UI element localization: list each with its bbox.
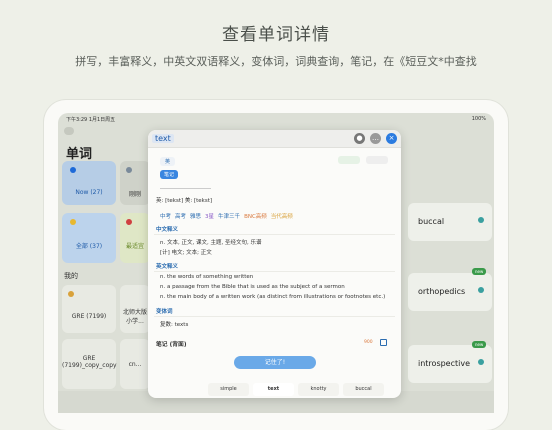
menu-button[interactable] — [366, 156, 388, 164]
word-detail-modal: text ● … × 英 笔记 英: [tekst] 美: [tekst] 中考… — [148, 130, 401, 398]
en-line: n. the words of something written — [160, 274, 254, 280]
section-mine: 我的 — [64, 272, 78, 280]
carousel-word[interactable]: buccal — [343, 383, 384, 396]
tile-now[interactable]: Now (27) — [62, 161, 116, 205]
share-icon[interactable] — [478, 287, 484, 293]
variant-label: 变体词 — [156, 309, 173, 315]
remember-button[interactable]: 记住了! — [234, 356, 316, 369]
tile-recent[interactable]: 刚刚 — [120, 161, 150, 205]
word-label: introspective — [418, 359, 471, 368]
new-badge: new — [472, 341, 487, 348]
divider — [160, 188, 211, 189]
notes-count: 900 — [364, 340, 373, 345]
exam-tags: 中考 高考 雅思 3星 牛津三千 BNC高频 当代高频 — [160, 212, 293, 220]
new-badge: new — [472, 268, 487, 275]
word-label: buccal — [418, 217, 445, 226]
divider — [154, 316, 395, 317]
library-title: 单词 — [66, 147, 93, 162]
deck-gre[interactable]: GRE (7199) — [62, 285, 116, 333]
tag: 当代高频 — [270, 214, 293, 220]
word-carousel: simple text knotty buccal — [208, 383, 384, 396]
close-icon[interactable]: × — [386, 133, 397, 144]
carousel-word[interactable]: simple — [208, 383, 249, 396]
modal-word: text — [152, 134, 174, 143]
deck-cn[interactable]: cn... — [120, 339, 150, 389]
tile-label: Now (27) — [75, 189, 103, 196]
tile-label: 最适宜 — [125, 243, 144, 250]
cn-definition-label: 中文释义 — [156, 227, 179, 233]
carousel-word[interactable]: knotty — [298, 383, 339, 396]
apple-icon[interactable]: ● — [354, 133, 365, 144]
deck-label: cn... — [128, 361, 142, 368]
phonetic: 英: [tekst] 美: [tekst] — [156, 198, 213, 204]
status-battery: 100% — [471, 116, 486, 122]
status-time: 下午3:29 1月1日周五 — [66, 117, 116, 123]
deck-label: GRE (7199) — [71, 313, 107, 320]
tile-best[interactable]: 最适宜 — [120, 213, 150, 263]
tile-label: 全部 (37) — [75, 243, 103, 250]
person-icon — [126, 167, 132, 173]
more-icon[interactable]: … — [370, 133, 381, 144]
share-icon[interactable] — [478, 359, 484, 365]
word-card[interactable]: orthopedics — [408, 273, 492, 311]
sidebar-toggle-icon[interactable] — [64, 127, 74, 135]
flower-icon — [126, 219, 132, 225]
carousel-word-selected[interactable]: text — [253, 383, 294, 396]
tag: 3星 — [205, 214, 215, 220]
note-tag[interactable]: 笔记 — [160, 170, 179, 179]
tag: 中考 — [160, 214, 172, 220]
tile-label: 刚刚 — [128, 191, 141, 198]
star-icon — [70, 219, 76, 225]
deck-gre-copy[interactable]: GRE (7199)_copy_copy — [62, 339, 117, 389]
deck-bnu[interactable]: 北师大版 小学... — [120, 285, 150, 333]
tag-add-button[interactable] — [338, 156, 360, 164]
clock-icon — [70, 167, 76, 173]
pronounce-button[interactable]: 英 — [160, 157, 176, 166]
deck-label: GRE (7199)_copy_copy — [62, 355, 117, 369]
crown-icon — [68, 291, 74, 297]
status-bar: 下午3:29 1月1日周五 100% — [58, 113, 494, 125]
word-card[interactable]: introspective — [408, 345, 492, 383]
promo-subtitle: 拼写，丰富释义，中英文双语释义，变体词，词典查询，笔记，在《短豆文*中查找 — [75, 55, 477, 68]
cn-line: [计] 电文; 文本; 正文 — [160, 250, 212, 256]
modal-header: text ● … × — [148, 130, 401, 148]
divider — [154, 234, 395, 235]
tag: 雅思 — [190, 214, 202, 220]
notes-label: 笔记 (背面) — [156, 342, 187, 348]
en-line: n. the main body of a written work (as d… — [160, 294, 386, 300]
tag: 高考 — [175, 214, 187, 220]
word-label: orthopedics — [418, 287, 466, 296]
divider — [154, 271, 395, 272]
deck-label: 北师大版 小学... — [122, 309, 147, 325]
variant-line: 复数: texts — [160, 322, 189, 328]
share-icon[interactable] — [478, 217, 484, 223]
tag: 牛津三千 — [218, 214, 241, 220]
word-card[interactable]: buccal — [408, 203, 492, 241]
copy-icon[interactable] — [380, 339, 387, 346]
en-definition-label: 英文释义 — [156, 264, 179, 270]
en-line: n. a passage from the Bible that is used… — [160, 284, 345, 290]
tag: BNC高频 — [244, 214, 267, 220]
promo-title: 查看单词详情 — [222, 25, 330, 45]
cn-line: n. 文本, 正文, 课文, 主题, 圣经文句, 乐谱 — [160, 240, 262, 246]
tile-all[interactable]: 全部 (37) — [62, 213, 116, 263]
